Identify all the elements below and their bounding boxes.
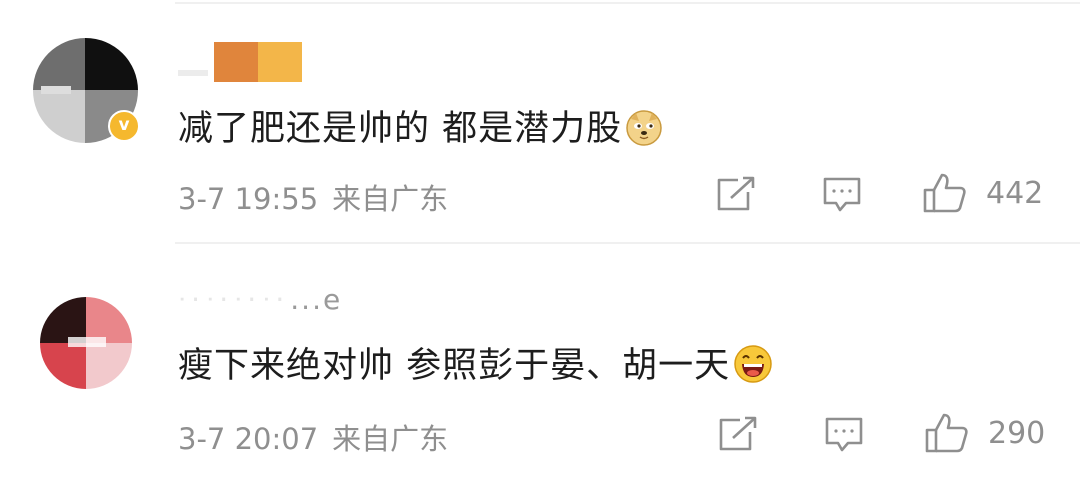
like-button[interactable]: 442	[922, 172, 1043, 214]
comment-item: ᐧ·ᐧ·ᐧ·ᐧ·...e 瘦下来绝对帅 参照彭于晏、胡一天 3-7 20:07 来…	[0, 243, 1080, 479]
share-icon	[717, 176, 755, 211]
comment-text: 减了肥还是帅的 都是潜力股	[178, 100, 662, 155]
like-count: 442	[986, 175, 1044, 211]
comment-text-body: 减了肥还是帅的 都是潜力股	[178, 109, 623, 149]
comment-date: 3-7 20:07	[178, 422, 319, 456]
comment-text-body: 瘦下来绝对帅 参照彭于晏、胡一天	[178, 346, 731, 386]
share-icon	[719, 416, 757, 451]
comment-date: 3-7 19:55	[178, 182, 319, 216]
comment-text: 瘦下来绝对帅 参照彭于晏、胡一天	[178, 337, 772, 392]
share-button[interactable]	[718, 416, 758, 452]
like-button[interactable]: 290	[924, 412, 1045, 454]
verified-badge-icon: v	[108, 110, 140, 142]
avatar[interactable]	[40, 297, 132, 389]
comment-location: 来自广东	[332, 182, 449, 216]
share-button[interactable]	[716, 176, 756, 212]
laughing-emoji-icon	[734, 345, 772, 392]
reply-icon	[825, 417, 863, 452]
username-text: ...e	[290, 283, 343, 316]
like-icon	[923, 173, 966, 213]
reply-button[interactable]	[822, 176, 862, 214]
comment-meta: 3-7 20:07 来自广东	[178, 416, 448, 458]
comment-item: v 减了肥还是帅的 都是潜力股 3-7 19:55 来自广东 442	[0, 0, 1080, 243]
comment-location: 来自广东	[332, 422, 449, 456]
username[interactable]: ᐧ·ᐧ·ᐧ·ᐧ·...e	[178, 283, 342, 316]
reply-icon	[823, 177, 861, 212]
comment-meta: 3-7 19:55 来自广东	[178, 176, 448, 218]
reply-button[interactable]	[824, 416, 864, 454]
like-icon	[925, 413, 968, 453]
doge-emoji-icon	[626, 110, 662, 155]
like-count: 290	[988, 415, 1046, 451]
